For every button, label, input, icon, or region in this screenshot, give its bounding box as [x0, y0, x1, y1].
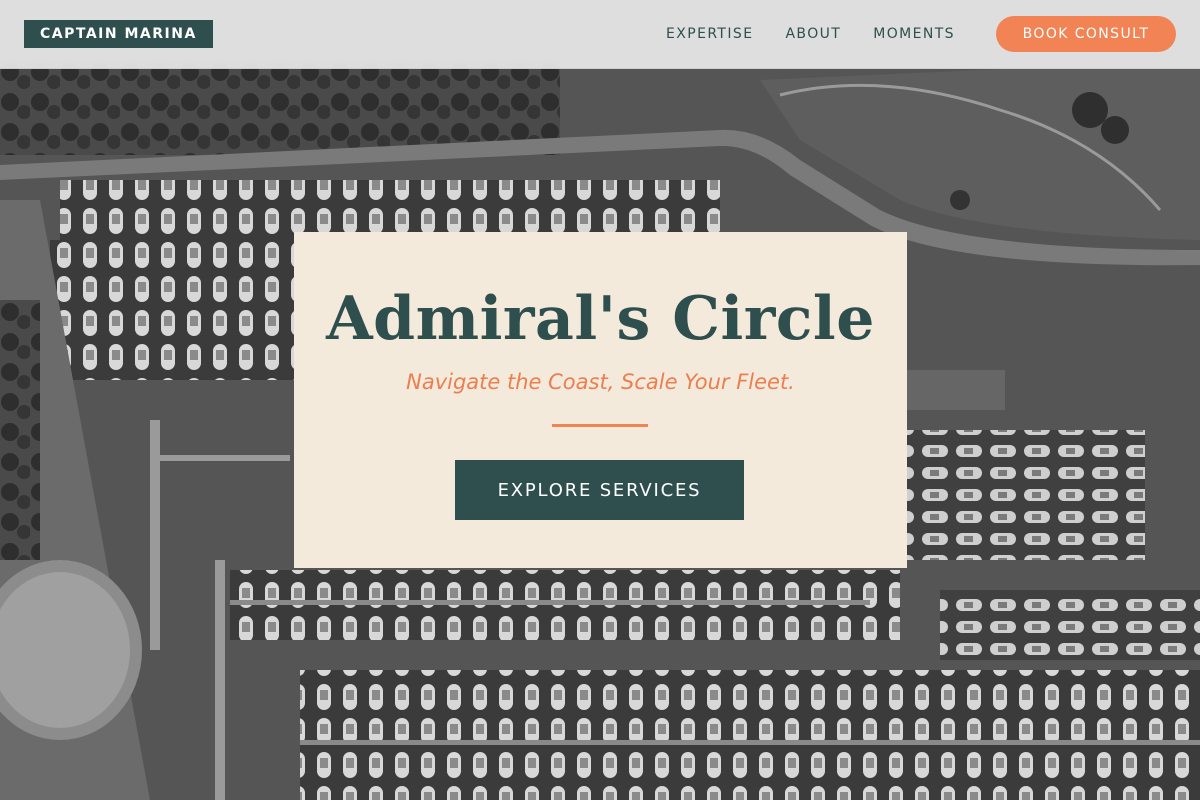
- book-consult-button[interactable]: BOOK CONSULT: [996, 16, 1176, 52]
- nav-item-moments[interactable]: MOMENTS: [873, 25, 955, 43]
- nav-item-about[interactable]: ABOUT: [785, 25, 841, 43]
- brand-logo[interactable]: CAPTAIN MARINA: [24, 20, 213, 48]
- explore-services-button[interactable]: EXPLORE SERVICES: [455, 460, 744, 520]
- main-nav: EXPERTISE ABOUT MOMENTS: [666, 25, 987, 43]
- hero-subtitle: Navigate the Coast, Scale Your Fleet.: [406, 370, 795, 394]
- nav-item-expertise[interactable]: EXPERTISE: [666, 25, 753, 43]
- site-header: CAPTAIN MARINA EXPERTISE ABOUT MOMENTS B…: [0, 0, 1200, 69]
- hero-card: Admiral's Circle Navigate the Coast, Sca…: [294, 232, 907, 568]
- hero-title: Admiral's Circle: [326, 284, 875, 354]
- hero-divider: [552, 424, 648, 427]
